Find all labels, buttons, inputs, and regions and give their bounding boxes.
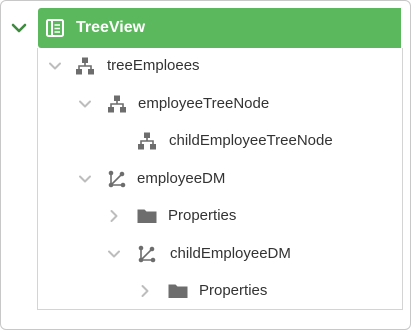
chevron-down-icon[interactable] [75,86,95,122]
tree-node-childemployeedm[interactable]: childEmployeeDM [37,236,401,272]
hierarchy-icon [137,131,157,151]
tree-root-row[interactable]: TreeView [1,8,410,48]
tree-node-label: Properties [168,207,237,224]
tree-node-childemployeetreenode[interactable]: childEmployeeTreeNode [37,123,401,159]
chevron-down-icon[interactable] [75,161,95,197]
chevron-down-icon[interactable] [45,48,65,84]
tree-root-label: TreeView [76,19,146,36]
chevron-right-icon[interactable] [135,273,155,309]
tree-node-employeetreenode[interactable]: employeeTreeNode [37,86,401,122]
tree-node-label: Properties [199,282,268,299]
tree-node-label: treeEmploees [107,57,200,74]
chevron-down-icon[interactable] [104,236,124,272]
tree-node-properties[interactable]: Properties [37,198,401,234]
tree-node-treeemploees[interactable]: treeEmploees [37,48,401,84]
treeview-icon [44,17,66,39]
data-member-icon [107,169,127,189]
hierarchy-icon [107,94,127,114]
tree-node-label: childEmployeeDM [170,245,291,262]
chevron-right-icon[interactable] [104,198,124,234]
tree-node-properties[interactable]: Properties [37,273,401,309]
hierarchy-icon [75,56,95,76]
folder-icon [137,206,157,226]
folder-icon [168,281,188,301]
chevron-down-icon[interactable] [1,8,37,48]
data-member-icon [137,244,157,264]
tree-node-employeedm[interactable]: employeeDM [37,161,401,197]
tree-root-selected[interactable]: TreeView [38,8,401,48]
tree-node-label: employeeTreeNode [138,95,270,112]
treeview-panel: TreeView treeEmploees employeeTreeNode c… [0,0,411,330]
tree-node-label: childEmployeeTreeNode [169,132,333,149]
tree-node-label: employeeDM [137,170,226,187]
